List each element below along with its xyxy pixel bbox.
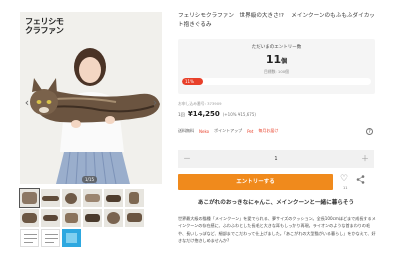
- entry-goal: 目標数: 100個: [264, 69, 289, 74]
- price: ¥14,250: [187, 110, 220, 118]
- quantity-stepper: － 1 ＋: [178, 150, 374, 168]
- thumbnail[interactable]: [62, 189, 81, 207]
- thumbnail[interactable]: [62, 209, 81, 227]
- product-tags: 送料無料 Neko ポイントアップ Pet 毎月お届け: [178, 128, 278, 134]
- product-gallery: フェリシモ クラファン ‹ › 1/15: [20, 12, 162, 184]
- entry-count-value: 11: [265, 53, 282, 66]
- quantity-decrease-button[interactable]: －: [178, 150, 196, 168]
- logo-line-2: クラファン: [25, 25, 64, 35]
- tag-free-shipping[interactable]: 送料無料: [178, 128, 194, 134]
- order-number: お申し込み番号: 373909: [178, 101, 222, 106]
- tag-pet[interactable]: Pet: [247, 129, 253, 134]
- product-title: フェリシモクラファン 世界級の大きさ!? メインクーンのもふもふダイカット抱きぐ…: [178, 13, 375, 28]
- entry-button[interactable]: エントリーする: [178, 174, 333, 190]
- progress-bar: 11%: [182, 78, 371, 85]
- thumbnail[interactable]: [19, 188, 40, 208]
- thumbnail[interactable]: [41, 189, 60, 207]
- tag-neko[interactable]: Neko: [199, 129, 209, 134]
- quantity-value[interactable]: 1: [196, 156, 356, 162]
- thumbnail[interactable]: [104, 209, 123, 227]
- thumbnail[interactable]: [104, 189, 123, 207]
- entry-count-unit: 個: [281, 58, 288, 65]
- thumbnail[interactable]: [41, 229, 60, 247]
- gallery-next-button[interactable]: ›: [150, 96, 160, 110]
- progress-bar-fill: 11%: [182, 78, 203, 85]
- thumbnail[interactable]: [125, 189, 144, 207]
- thumbnail[interactable]: [62, 229, 81, 247]
- gallery-prev-button[interactable]: ‹: [22, 96, 32, 110]
- thumbnail-strip: [19, 188, 162, 247]
- quantity-increase-button[interactable]: ＋: [356, 150, 374, 168]
- favorite-count: 11: [343, 186, 348, 190]
- help-icon[interactable]: ?: [366, 128, 373, 135]
- favorite-heart-icon[interactable]: ♡: [340, 175, 348, 184]
- product-photo-illustration: [20, 12, 162, 184]
- description-body: 世界最大級の猫種「メインクーン」を愛でられる、夢サイズのクッション。全長100c…: [178, 216, 376, 244]
- gallery-counter: 1/15: [82, 176, 97, 183]
- thumbnail[interactable]: [20, 209, 39, 227]
- felissimo-crowdfunding-logo: フェリシモ クラファン: [25, 17, 65, 35]
- entry-count: 11個: [178, 53, 375, 66]
- thumbnail[interactable]: [83, 209, 102, 227]
- main-product-photo[interactable]: フェリシモ クラファン ‹ › 1/15: [20, 12, 162, 184]
- price-prefix: 1回: [178, 112, 185, 117]
- price-with-tax: (+10% ¥15,675): [222, 112, 256, 117]
- thumbnail[interactable]: [83, 189, 102, 207]
- product-info: フェリシモクラファン 世界級の大きさ!? メインクーンのもふもふダイカット抱きぐ…: [178, 12, 376, 29]
- thumbnail[interactable]: [125, 209, 144, 227]
- description-catchphrase: あこがれのおっきなにゃんこ、メインクーンと一緒に暮らそう: [197, 200, 355, 206]
- thumbnail[interactable]: [20, 229, 39, 247]
- entry-status-box: ただいまのエントリー数 11個 目標数: 100個 11%: [178, 39, 375, 94]
- tag-monthly-delivery[interactable]: 毎月お届け: [258, 128, 278, 134]
- entry-count-label: ただいまのエントリー数: [251, 45, 302, 50]
- share-icon[interactable]: [356, 175, 365, 184]
- thumbnail[interactable]: [41, 209, 60, 227]
- price-row: 1回 ¥14,250 (+10% ¥15,675): [178, 110, 256, 118]
- tag-point-up[interactable]: ポイントアップ: [214, 128, 242, 134]
